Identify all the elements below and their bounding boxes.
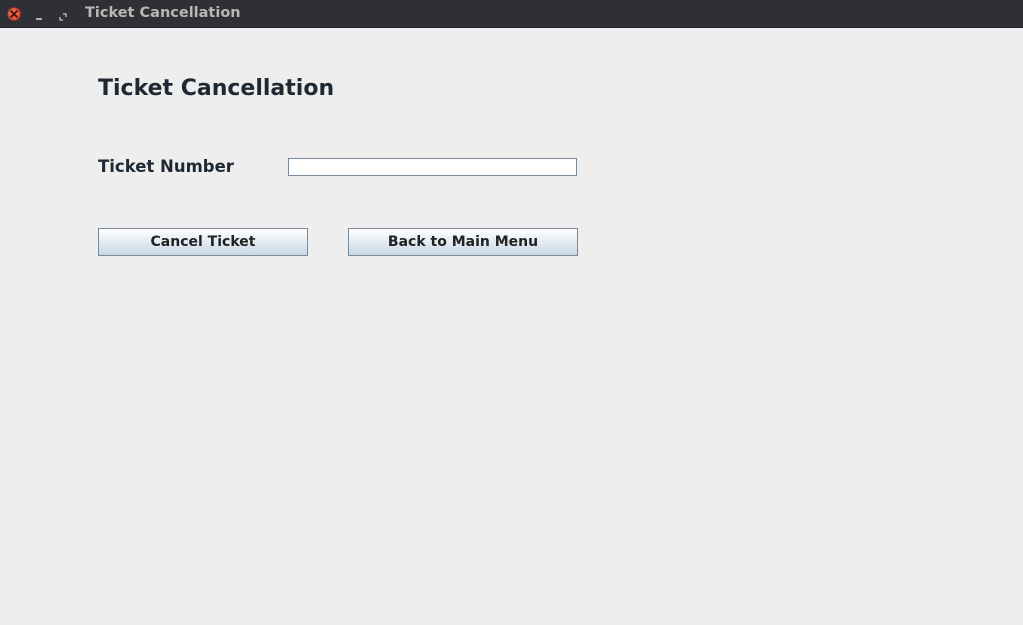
app-window: Ticket Cancellation Ticket Cancellation … (0, 0, 1023, 625)
close-icon[interactable] (7, 7, 21, 21)
title-bar[interactable]: Ticket Cancellation (0, 0, 1023, 28)
page-title: Ticket Cancellation (98, 76, 335, 101)
maximize-icon[interactable] (57, 8, 69, 21)
ticket-number-input[interactable] (288, 158, 577, 176)
minimize-icon[interactable] (33, 9, 45, 20)
cancel-ticket-button[interactable]: Cancel Ticket (98, 228, 308, 256)
ticket-number-label: Ticket Number (98, 157, 234, 176)
back-to-main-menu-button[interactable]: Back to Main Menu (348, 228, 578, 256)
window-title: Ticket Cancellation (85, 5, 241, 21)
